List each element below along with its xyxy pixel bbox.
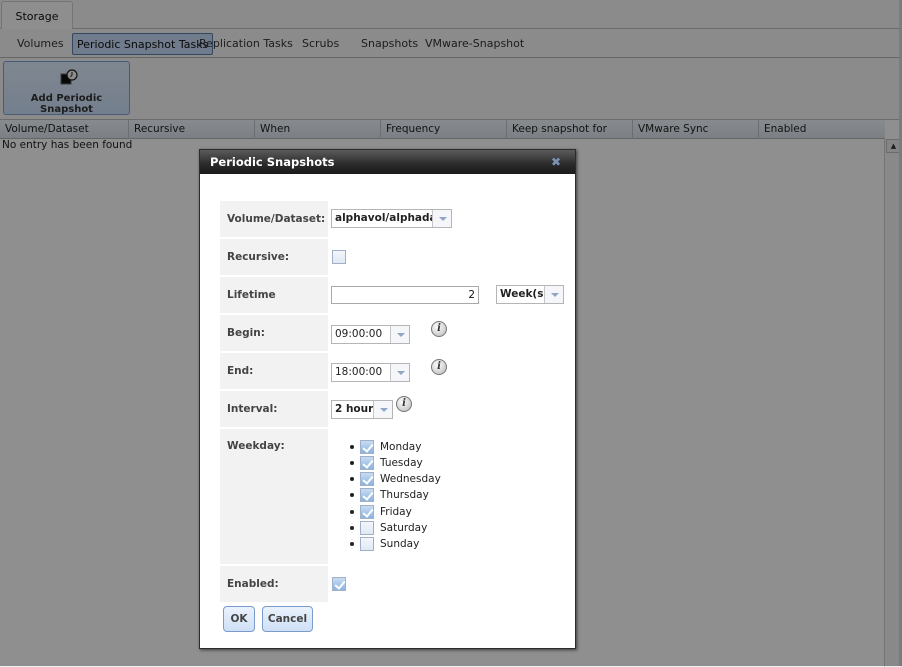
begin-time-value: 09:00:00	[335, 328, 383, 340]
interval-label: Interval:	[220, 391, 328, 427]
monday-label: Monday	[380, 441, 422, 453]
bullet-icon	[350, 461, 354, 465]
enabled-checkbox[interactable]	[332, 577, 346, 591]
ok-button[interactable]: OK	[223, 606, 255, 632]
enabled-label: Enabled:	[220, 566, 328, 602]
periodic-snapshots-dialog: Periodic Snapshots ✖ Volume/Dataset: alp…	[199, 149, 576, 649]
wednesday-label: Wednesday	[380, 473, 441, 485]
lifetime-label: Lifetime	[220, 277, 328, 313]
cancel-button[interactable]: Cancel	[262, 606, 313, 632]
friday-label: Friday	[380, 506, 412, 518]
close-icon[interactable]: ✖	[549, 155, 563, 169]
bullet-icon	[350, 542, 354, 546]
dialog-title-bar[interactable]: Periodic Snapshots ✖	[200, 150, 575, 174]
end-info-icon[interactable]: i	[431, 359, 447, 375]
chevron-down-icon[interactable]	[544, 286, 563, 303]
interval-info-icon[interactable]: i	[396, 396, 412, 412]
chevron-down-icon[interactable]	[390, 364, 409, 381]
chevron-down-icon[interactable]	[373, 401, 392, 418]
friday-checkbox[interactable]	[360, 505, 374, 519]
thursday-checkbox[interactable]	[360, 488, 374, 502]
wednesday-checkbox[interactable]	[360, 472, 374, 486]
sunday-label: Sunday	[380, 538, 420, 550]
dialog-title: Periodic Snapshots	[210, 155, 335, 169]
recursive-checkbox[interactable]	[332, 250, 346, 264]
end-time-select[interactable]: 18:00:00	[331, 363, 410, 382]
begin-time-select[interactable]: 09:00:00	[331, 325, 410, 344]
interval-select[interactable]: 2 hours	[331, 400, 393, 419]
lifetime-unit-select[interactable]: Week(s)	[496, 285, 564, 304]
begin-info-icon[interactable]: i	[431, 321, 447, 337]
monday-checkbox[interactable]	[360, 440, 374, 454]
bullet-icon	[350, 510, 354, 514]
bullet-icon	[350, 477, 354, 481]
begin-label: Begin:	[220, 315, 328, 351]
bullet-icon	[350, 445, 354, 449]
tuesday-checkbox[interactable]	[360, 456, 374, 470]
recursive-label: Recursive:	[220, 239, 328, 275]
chevron-down-icon[interactable]	[390, 326, 409, 343]
end-label: End:	[220, 353, 328, 389]
volume-dataset-select[interactable]: alphavol/alphadata	[331, 209, 452, 228]
tuesday-label: Tuesday	[380, 457, 423, 469]
lifetime-unit-value: Week(s)	[500, 288, 549, 300]
sunday-checkbox[interactable]	[360, 537, 374, 551]
bullet-icon	[350, 526, 354, 530]
bullet-icon	[350, 493, 354, 497]
thursday-label: Thursday	[380, 489, 429, 501]
volume-dataset-label: Volume/Dataset:	[220, 201, 328, 237]
saturday-checkbox[interactable]	[360, 521, 374, 535]
weekday-label: Weekday:	[220, 429, 328, 564]
end-time-value: 18:00:00	[335, 366, 383, 378]
saturday-label: Saturday	[380, 522, 428, 534]
chevron-down-icon[interactable]	[432, 210, 451, 227]
lifetime-input[interactable]: 2	[331, 286, 479, 304]
